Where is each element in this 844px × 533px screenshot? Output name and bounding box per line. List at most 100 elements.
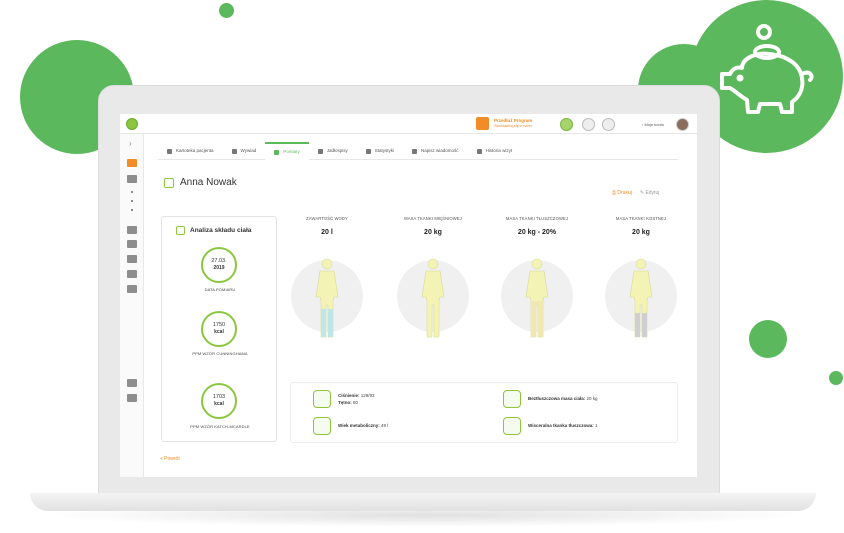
edit-label: Edytuj <box>645 190 660 196</box>
tab-label: Wywiad <box>240 148 257 153</box>
body-icon <box>525 258 549 338</box>
metric-water: ZAWARTOŚĆ WODY 20 l <box>277 216 377 236</box>
plate-icon <box>317 148 323 154</box>
body-figure-water <box>291 258 363 338</box>
mail-icon[interactable] <box>127 285 137 293</box>
patient-icon <box>164 177 174 188</box>
tab-label: Historia wizyt <box>485 148 513 153</box>
meta-value: 49 l <box>381 423 389 429</box>
tab-statystyki[interactable]: Statystyki <box>357 142 403 160</box>
hourglass-icon <box>313 417 331 435</box>
stats-panel: Ciśnienie: 129/93 Tętno: 80 Beztłuszczow… <box>290 382 678 443</box>
decor-dot <box>219 3 234 18</box>
promo-banner[interactable]: Przedłuż Program Skontaktuj się z nami <box>476 117 532 130</box>
metric-fat: MASA TKANKI TŁUSZCZOWEJ 20 kg - 20% <box>487 216 587 236</box>
body-figure-muscle <box>397 258 469 338</box>
document-icon[interactable] <box>127 226 137 234</box>
account-menu[interactable]: ‹ Moje konto <box>642 122 664 127</box>
tab-wiadomosc[interactable]: Napisz wiadomość <box>403 142 468 160</box>
calendar-icon[interactable] <box>127 175 137 183</box>
promo-text: Przedłuż Program Skontaktuj się z nami <box>494 118 532 128</box>
muscle-icon <box>503 390 521 408</box>
stat-pressure: Ciśnienie: 129/93 Tętno: 80 <box>313 390 375 408</box>
sidebar: › <box>120 134 144 477</box>
metric-label: MASA TKANKI MIĘŚNIOWEJ <box>404 216 462 221</box>
app-screen: Przedłuż Program Skontaktuj się z nami ‹… <box>120 114 697 477</box>
tab-kartoteka[interactable]: Kartoteka pacjenta <box>158 142 223 160</box>
laptop-base <box>30 493 816 511</box>
account-label: Moje konto <box>644 122 665 127</box>
actions: ⎙ Drukuj ✎ Edytuj <box>612 190 659 196</box>
tab-label: Jadłospisy <box>326 148 348 153</box>
clipboard-icon <box>274 149 280 155</box>
pressure-label: Ciśnienie: <box>338 392 360 398</box>
metric-label: MASA TKANKI TŁUSZCZOWEJ <box>505 216 569 221</box>
stat-visceral-fat: Wisceralna tkanka tłuszczowa: 1 <box>503 417 598 435</box>
folder-icon <box>167 148 172 154</box>
pencil-icon[interactable] <box>127 240 137 248</box>
metric-muscle: MASA TKANKI MIĘŚNIOWEJ 20 kg <box>383 216 483 236</box>
meta-label: Wiek metaboliczny: <box>338 423 380 429</box>
lean-label: Beztłuszczowa masa ciała: <box>528 396 586 402</box>
lean-value: 20 kg <box>586 396 598 402</box>
tab-label: Pomiary <box>283 149 300 154</box>
metric-value: 20 kg <box>632 229 650 236</box>
patient-header: Anna Nowak <box>164 177 237 188</box>
metric-value: 20 kg - 20% <box>517 229 557 236</box>
ppm1-ring: 1750 kcal <box>201 311 237 347</box>
tab-historia[interactable]: Historia wizyt <box>468 142 522 160</box>
dot-icon <box>131 200 133 202</box>
stat-text: Wisceralna tkanka tłuszczowa: 1 <box>528 422 598 429</box>
tab-bar: Kartoteka pacjenta Wywiad Pomiary Jadłos… <box>158 142 678 160</box>
badge-icon[interactable] <box>560 118 573 131</box>
ppm1-unit: kcal <box>214 329 224 336</box>
tab-label: Kartoteka pacjenta <box>176 148 214 153</box>
metric-label: ZAWARTOŚĆ WODY <box>306 216 348 221</box>
gear-icon[interactable] <box>127 379 137 387</box>
lock-icon[interactable] <box>127 394 137 402</box>
stomach-icon <box>503 417 521 435</box>
promo-subtitle: Skontaktuj się z nami <box>494 122 532 128</box>
stat-text: Beztłuszczowa masa ciała: 20 kg <box>528 395 598 402</box>
pulse-value: 80 <box>353 400 359 405</box>
metric-value: 20 l <box>321 229 333 236</box>
print-button[interactable]: ⎙ Drukuj <box>612 190 632 196</box>
tab-jadlospisy[interactable]: Jadłospisy <box>309 142 357 160</box>
chart-icon <box>365 148 371 154</box>
dashboard-icon[interactable] <box>127 159 137 167</box>
scale-icon <box>176 226 185 235</box>
patient-name: Anna Nowak <box>180 177 237 188</box>
app-logo[interactable] <box>126 118 138 130</box>
dot-icon <box>131 209 133 211</box>
stat-metabolic-age: Wiek metaboliczny: 49 l <box>313 417 388 435</box>
tab-wywiad[interactable]: Wywiad <box>223 142 266 160</box>
metric-label: MASA TKANKI KOSTNEJ <box>615 216 667 221</box>
body-icon <box>629 258 653 338</box>
table-icon[interactable] <box>127 270 137 278</box>
body-figure-fat <box>501 258 573 338</box>
avatar[interactable] <box>676 118 689 131</box>
body-analysis-panel: Analiza składu ciała 27.03. 2019 DATA PO… <box>161 216 277 442</box>
badge-icon[interactable] <box>602 118 615 131</box>
date-year: 2019 <box>213 265 225 272</box>
plate-icon[interactable] <box>127 255 137 263</box>
stat-text: Wiek metaboliczny: 49 l <box>338 422 388 429</box>
mail-icon <box>412 148 418 154</box>
date-caption: DATA POMIARU <box>204 287 236 292</box>
tab-pomiary[interactable]: Pomiary <box>265 142 309 160</box>
clock-icon <box>476 148 482 154</box>
ppm2-caption: PPM WZÓR KATCH-MCARDLE <box>190 424 250 429</box>
visceral-label: Wisceralna tkanka tłuszczowa: <box>528 423 594 429</box>
pressure-value: 129/93 <box>360 392 375 398</box>
gift-icon <box>476 117 489 130</box>
stat-lean-mass: Beztłuszczowa masa ciała: 20 kg <box>503 390 598 408</box>
panel-title: Analiza składu ciała <box>176 226 251 235</box>
edit-button[interactable]: ✎ Edytuj <box>640 190 660 196</box>
badge-icon[interactable] <box>582 118 595 131</box>
pencil-icon <box>231 148 237 154</box>
back-link[interactable]: « Powrót <box>160 456 180 462</box>
print-label: Drukuj <box>617 190 632 196</box>
body-icon <box>421 258 445 338</box>
chevron-right-icon[interactable]: › <box>129 139 132 148</box>
pulse-label: Tętno: <box>338 400 352 405</box>
